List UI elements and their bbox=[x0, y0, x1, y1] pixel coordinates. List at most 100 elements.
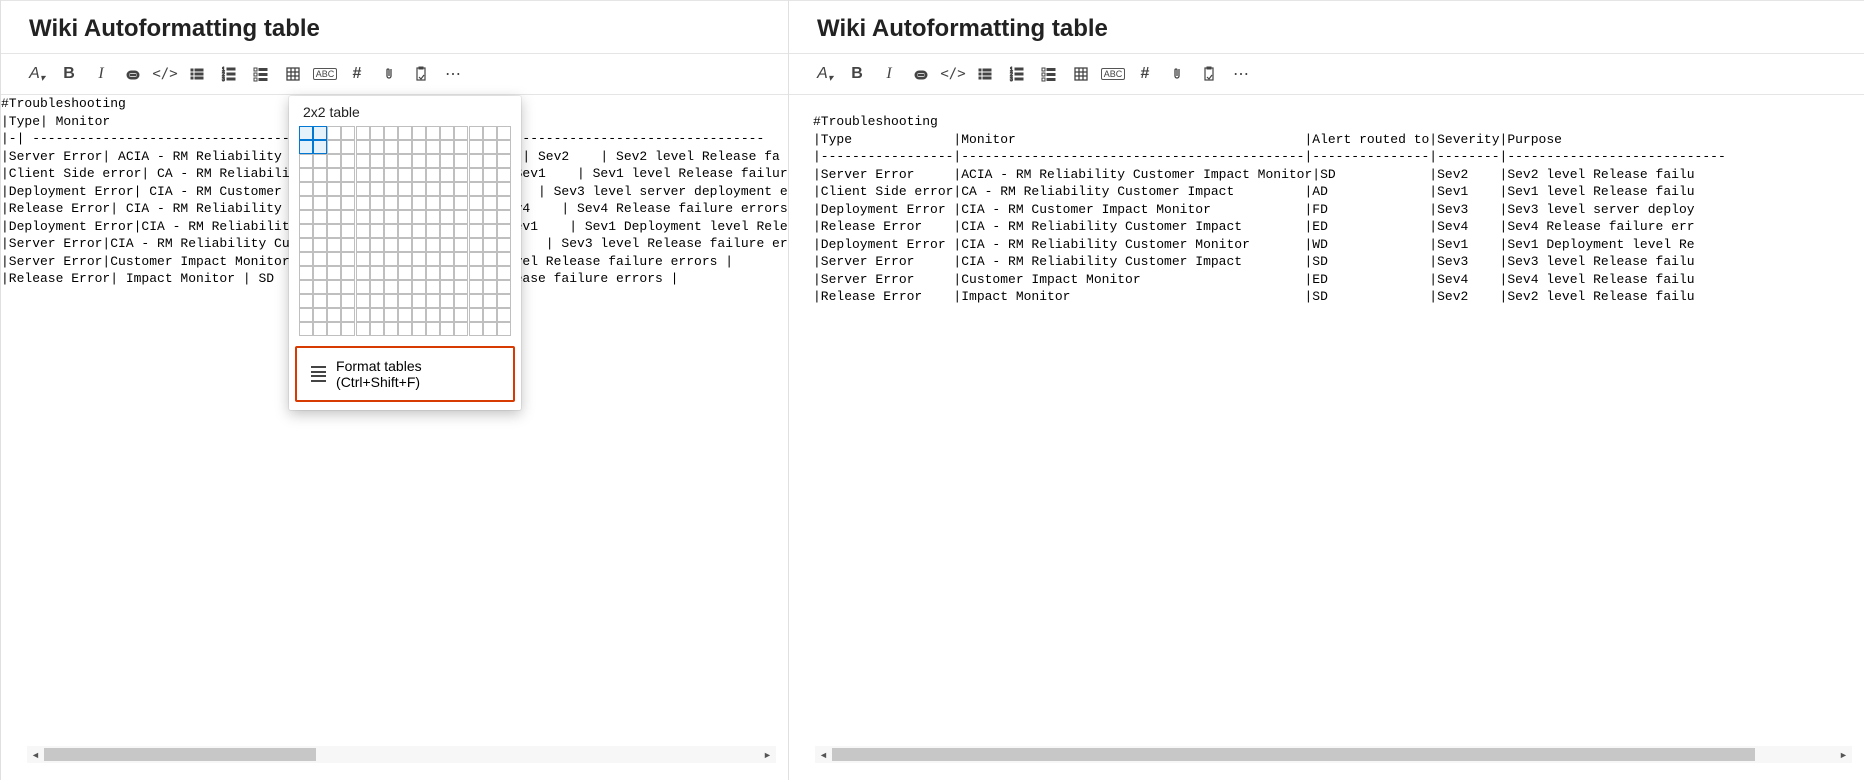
table-grid-cell[interactable] bbox=[426, 238, 440, 252]
bold-icon[interactable]: B bbox=[843, 60, 871, 88]
paste-icon[interactable] bbox=[407, 60, 435, 88]
table-grid-cell[interactable] bbox=[469, 168, 483, 182]
attachment-icon[interactable] bbox=[375, 60, 403, 88]
table-grid-cell[interactable] bbox=[497, 182, 511, 196]
table-grid-cell[interactable] bbox=[497, 126, 511, 140]
table-grid-cell[interactable] bbox=[327, 224, 341, 238]
table-grid-cell[interactable] bbox=[483, 322, 497, 336]
table-grid-cell[interactable] bbox=[327, 238, 341, 252]
table-grid-cell[interactable] bbox=[313, 196, 327, 210]
table-grid-cell[interactable] bbox=[454, 294, 468, 308]
table-grid-cell[interactable] bbox=[426, 294, 440, 308]
table-grid-cell[interactable] bbox=[426, 252, 440, 266]
table-grid-cell[interactable] bbox=[398, 252, 412, 266]
attachment-icon[interactable] bbox=[1163, 60, 1191, 88]
table-grid-cell[interactable] bbox=[299, 322, 313, 336]
table-grid-cell[interactable] bbox=[384, 322, 398, 336]
table-grid-cell[interactable] bbox=[327, 280, 341, 294]
table-grid-cell[interactable] bbox=[299, 280, 313, 294]
table-grid-cell[interactable] bbox=[299, 224, 313, 238]
table-grid-cell[interactable] bbox=[299, 182, 313, 196]
table-grid-cell[interactable] bbox=[469, 322, 483, 336]
table-grid-cell[interactable] bbox=[356, 126, 370, 140]
table-grid-cell[interactable] bbox=[384, 210, 398, 224]
table-grid-cell[interactable] bbox=[440, 196, 454, 210]
table-grid-cell[interactable] bbox=[454, 182, 468, 196]
table-grid-cell[interactable] bbox=[341, 168, 355, 182]
table-grid-cell[interactable] bbox=[440, 210, 454, 224]
table-grid-cell[interactable] bbox=[426, 154, 440, 168]
table-grid-cell[interactable] bbox=[341, 154, 355, 168]
hash-icon[interactable]: # bbox=[343, 60, 371, 88]
table-grid-cell[interactable] bbox=[440, 126, 454, 140]
table-grid-cell[interactable] bbox=[299, 266, 313, 280]
table-grid-cell[interactable] bbox=[483, 168, 497, 182]
table-grid-cell[interactable] bbox=[299, 252, 313, 266]
table-grid-cell[interactable] bbox=[299, 294, 313, 308]
table-grid-cell[interactable] bbox=[469, 182, 483, 196]
table-grid-cell[interactable] bbox=[341, 210, 355, 224]
table-grid-cell[interactable] bbox=[370, 322, 384, 336]
table-grid-cell[interactable] bbox=[483, 196, 497, 210]
table-grid-cell[interactable] bbox=[299, 126, 313, 140]
table-grid-cell[interactable] bbox=[313, 224, 327, 238]
table-grid-cell[interactable] bbox=[398, 308, 412, 322]
scroll-track[interactable] bbox=[832, 746, 1835, 763]
paste-icon[interactable] bbox=[1195, 60, 1223, 88]
table-grid-cell[interactable] bbox=[454, 322, 468, 336]
table-grid-cell[interactable] bbox=[469, 266, 483, 280]
table-grid-cell[interactable] bbox=[384, 294, 398, 308]
hash-icon[interactable]: # bbox=[1131, 60, 1159, 88]
table-grid-cell[interactable] bbox=[483, 154, 497, 168]
table-grid-cell[interactable] bbox=[412, 252, 426, 266]
table-grid-cell[interactable] bbox=[299, 210, 313, 224]
more-icon[interactable]: ⋯ bbox=[439, 60, 467, 88]
table-grid-cell[interactable] bbox=[341, 252, 355, 266]
table-grid-cell[interactable] bbox=[370, 210, 384, 224]
number-list-icon[interactable]: 123 bbox=[1003, 60, 1031, 88]
table-grid-cell[interactable] bbox=[327, 322, 341, 336]
table-grid-cell[interactable] bbox=[384, 252, 398, 266]
table-grid-cell[interactable] bbox=[497, 154, 511, 168]
table-grid-cell[interactable] bbox=[327, 168, 341, 182]
table-grid-cell[interactable] bbox=[454, 196, 468, 210]
table-grid-cell[interactable] bbox=[370, 252, 384, 266]
table-grid-cell[interactable] bbox=[327, 196, 341, 210]
format-tables-item[interactable]: Format tables (Ctrl+Shift+F) bbox=[295, 346, 515, 402]
table-grid-cell[interactable] bbox=[426, 280, 440, 294]
table-grid-cell[interactable] bbox=[398, 154, 412, 168]
table-grid-cell[interactable] bbox=[313, 238, 327, 252]
table-grid-cell[interactable] bbox=[356, 280, 370, 294]
number-list-icon[interactable]: 123 bbox=[215, 60, 243, 88]
table-grid-cell[interactable] bbox=[412, 266, 426, 280]
table-grid-cell[interactable] bbox=[412, 294, 426, 308]
table-grid-cell[interactable] bbox=[398, 140, 412, 154]
table-grid-cell[interactable] bbox=[313, 210, 327, 224]
table-grid-cell[interactable] bbox=[412, 224, 426, 238]
table-grid-cell[interactable] bbox=[497, 266, 511, 280]
table-grid-cell[interactable] bbox=[313, 182, 327, 196]
table-grid-cell[interactable] bbox=[356, 224, 370, 238]
table-grid-cell[interactable] bbox=[356, 182, 370, 196]
table-grid-cell[interactable] bbox=[384, 126, 398, 140]
table-grid-cell[interactable] bbox=[454, 238, 468, 252]
table-grid-cell[interactable] bbox=[327, 140, 341, 154]
table-grid-cell[interactable] bbox=[327, 266, 341, 280]
table-grid-cell[interactable] bbox=[412, 182, 426, 196]
table-grid-cell[interactable] bbox=[356, 238, 370, 252]
table-grid-cell[interactable] bbox=[356, 308, 370, 322]
table-grid-cell[interactable] bbox=[483, 182, 497, 196]
table-icon[interactable] bbox=[1067, 60, 1095, 88]
mention-icon[interactable]: ABC bbox=[1099, 60, 1127, 88]
table-grid-cell[interactable] bbox=[341, 238, 355, 252]
table-grid-cell[interactable] bbox=[483, 238, 497, 252]
table-grid-cell[interactable] bbox=[497, 168, 511, 182]
table-grid-cell[interactable] bbox=[384, 140, 398, 154]
table-grid-cell[interactable] bbox=[341, 196, 355, 210]
scroll-right-arrow[interactable]: ► bbox=[759, 746, 776, 763]
table-grid-cell[interactable] bbox=[497, 210, 511, 224]
link-icon[interactable] bbox=[907, 60, 935, 88]
table-grid-cell[interactable] bbox=[412, 210, 426, 224]
table-grid-cell[interactable] bbox=[440, 182, 454, 196]
table-grid-cell[interactable] bbox=[497, 224, 511, 238]
